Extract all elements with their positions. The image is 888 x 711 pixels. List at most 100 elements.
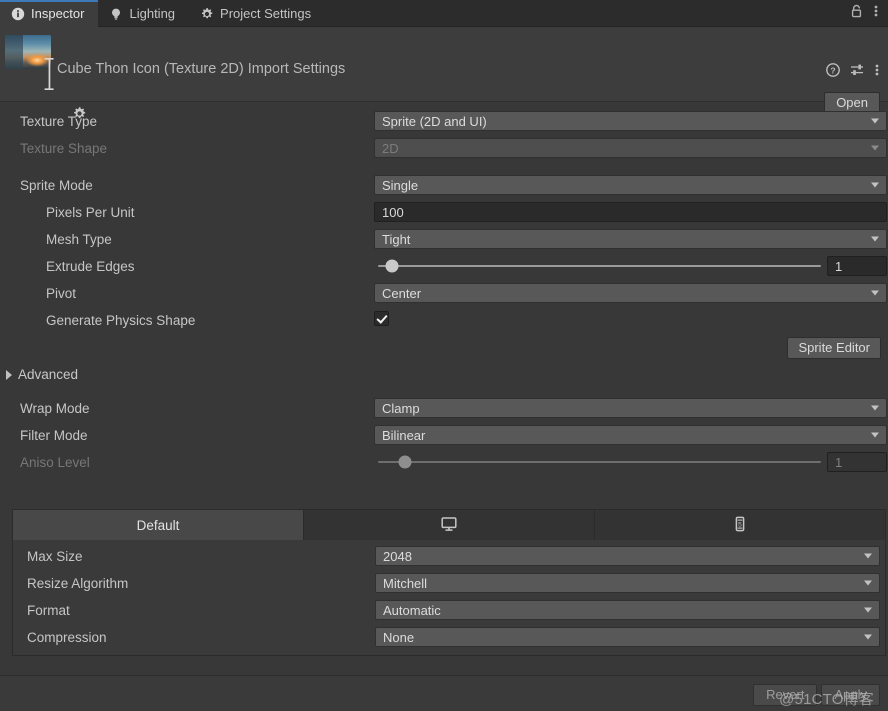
slider-aniso-level [374, 452, 821, 472]
chevron-down-icon [871, 236, 879, 242]
property-row-extrude-edges: Extrude Edges 1 [0, 253, 888, 280]
label-resize-algorithm: Resize Algorithm [27, 576, 129, 591]
kebab-menu-icon[interactable] [874, 4, 878, 23]
help-icon[interactable]: ? [826, 63, 840, 82]
tab-lighting-label: Lighting [129, 6, 176, 21]
input-pixels-per-unit[interactable]: 100 [374, 202, 887, 222]
tab-lighting[interactable]: Lighting [98, 0, 189, 27]
chevron-down-icon [871, 145, 879, 151]
label-texture-shape: Texture Shape [20, 141, 108, 156]
input-extrude-edges-value: 1 [835, 258, 843, 274]
footer-actions: Revert Apply [753, 684, 880, 706]
dropdown-sprite-mode-value: Single [382, 177, 419, 193]
tab-bar-actions [850, 0, 888, 26]
dropdown-compression[interactable]: None [375, 627, 880, 647]
field-resize-algorithm: Mitchell [375, 573, 880, 593]
input-aniso-level: 1 [827, 452, 887, 472]
foldout-advanced[interactable]: Advanced [0, 361, 888, 388]
label-compression: Compression [27, 630, 107, 645]
dropdown-texture-shape: 2D [374, 138, 887, 158]
chevron-down-icon [871, 290, 879, 296]
preset-icon[interactable] [850, 63, 865, 82]
input-aniso-level-value: 1 [835, 454, 843, 470]
property-row-aniso-level: Aniso Level 1 [0, 449, 888, 476]
field-pivot: Center [374, 283, 887, 303]
field-texture-shape: 2D [374, 138, 887, 158]
lightbulb-icon [109, 7, 123, 21]
sprite-editor-button[interactable]: Sprite Editor [787, 337, 881, 359]
property-row-pivot: Pivot Center [0, 280, 888, 307]
sprite-editor-row: Sprite Editor [0, 334, 888, 361]
dropdown-filter-mode[interactable]: Bilinear [374, 425, 887, 445]
label-max-size: Max Size [27, 549, 83, 564]
property-row-filter-mode: Filter Mode Bilinear [0, 422, 888, 449]
dropdown-texture-type-value: Sprite (2D and UI) [382, 113, 487, 129]
dropdown-wrap-mode[interactable]: Clamp [374, 398, 887, 418]
field-texture-type: Sprite (2D and UI) [374, 111, 887, 131]
platform-tab-default-label: Default [136, 517, 180, 533]
foldout-advanced-label: Advanced [18, 367, 79, 382]
asset-title: Cube Thon Icon (Texture 2D) Import Setti… [57, 61, 346, 77]
field-max-size: 2048 [375, 546, 880, 566]
dropdown-format[interactable]: Automatic [375, 600, 880, 620]
dropdown-compression-value: None [383, 629, 415, 645]
property-row-pixels-per-unit: Pixels Per Unit 100 [0, 199, 888, 226]
dropdown-filter-mode-value: Bilinear [382, 427, 426, 443]
tab-inspector-label: Inspector [31, 6, 85, 21]
revert-button[interactable]: Revert [753, 684, 818, 706]
platform-settings-list: Max Size 2048 Resize Algorithm Mitchell [13, 540, 885, 655]
property-row-texture-shape: Texture Shape 2D [0, 135, 888, 162]
field-filter-mode: Bilinear [374, 425, 887, 445]
info-icon [11, 7, 25, 21]
slider-handle[interactable] [385, 259, 399, 273]
property-row-format: Format Automatic [13, 597, 885, 624]
property-row-wrap-mode: Wrap Mode Clamp [0, 395, 888, 422]
checkbox-generate-physics-shape[interactable] [374, 311, 389, 326]
dropdown-wrap-mode-value: Clamp [382, 400, 420, 416]
dropdown-resize-algorithm-value: Mitchell [383, 575, 428, 591]
input-extrude-edges[interactable]: 1 [827, 256, 887, 276]
platform-tab-android[interactable]: 5 [595, 510, 885, 540]
input-pixels-per-unit-value: 100 [382, 204, 404, 220]
dropdown-pivot-value: Center [382, 285, 422, 301]
field-pixels-per-unit: 100 [374, 202, 887, 222]
platform-tab-default[interactable]: Default [13, 510, 304, 540]
field-sprite-mode: Single [374, 175, 887, 195]
label-texture-type: Texture Type [20, 114, 98, 129]
slider-extrude-edges[interactable] [374, 256, 821, 276]
dropdown-pivot[interactable]: Center [374, 283, 887, 303]
platform-settings-box: Default 5 Max Size 2048 Resize Algorithm… [12, 509, 886, 656]
dropdown-format-value: Automatic [383, 602, 441, 618]
property-row-mesh-type: Mesh Type Tight [0, 226, 888, 253]
label-sprite-mode: Sprite Mode [20, 178, 93, 193]
property-row-generate-physics-shape: Generate Physics Shape [0, 307, 888, 334]
dropdown-resize-algorithm[interactable]: Mitchell [375, 573, 880, 593]
dropdown-max-size[interactable]: 2048 [375, 546, 880, 566]
field-mesh-type: Tight [374, 229, 887, 249]
chevron-down-icon [864, 607, 872, 613]
mobile-device-icon: 5 [732, 515, 748, 536]
kebab-menu-icon[interactable] [875, 63, 879, 82]
lock-icon[interactable] [850, 4, 863, 23]
property-row-texture-type: Texture Type Sprite (2D and UI) [0, 108, 888, 135]
import-settings-body: Texture Type Sprite (2D and UI) Texture … [0, 102, 888, 476]
platform-tab-standalone[interactable] [304, 510, 595, 540]
field-compression: None [375, 627, 880, 647]
dropdown-mesh-type[interactable]: Tight [374, 229, 887, 249]
tab-project-settings[interactable]: Project Settings [189, 0, 325, 27]
chevron-right-icon [6, 369, 12, 380]
dropdown-texture-type[interactable]: Sprite (2D and UI) [374, 111, 887, 131]
field-generate-physics-shape [374, 311, 887, 331]
platform-tab-bar: Default 5 [13, 510, 885, 540]
dropdown-sprite-mode[interactable]: Single [374, 175, 887, 195]
apply-button[interactable]: Apply [821, 684, 880, 706]
svg-text:5: 5 [738, 521, 742, 528]
tab-inspector[interactable]: Inspector [0, 0, 99, 27]
svg-text:?: ? [830, 65, 835, 75]
texture-preview-thumbnail[interactable] [5, 35, 51, 69]
label-format: Format [27, 603, 70, 618]
field-format: Automatic [375, 600, 880, 620]
editor-tab-bar: Inspector Lighting Project Settings [0, 0, 888, 27]
slider-handle [398, 455, 412, 469]
